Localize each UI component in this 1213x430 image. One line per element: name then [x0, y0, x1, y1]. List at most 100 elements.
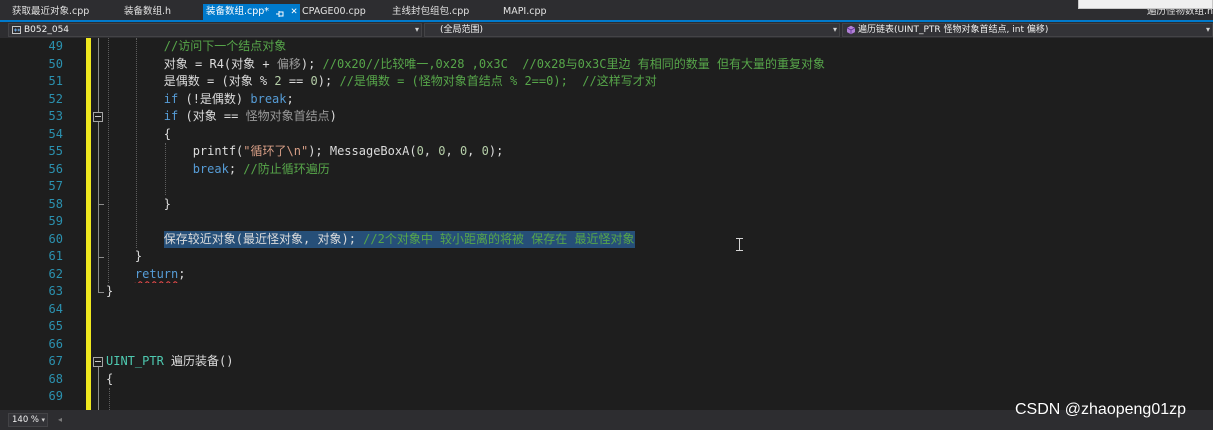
code-token-comment: //访问下一个结点对象	[163, 39, 287, 53]
line-number: 61	[48, 249, 63, 263]
code-token-number: 0	[416, 144, 424, 158]
code-text[interactable]: printf("循环了\n"); MessageBoxA(0, 0, 0, 0)…	[106, 143, 504, 161]
code-line[interactable]: 60 保存较近对象(最近怪对象, 对象); //2个对象中 较小距离的将被 保存…	[0, 230, 1213, 248]
method-icon	[846, 25, 856, 35]
line-number: 58	[48, 196, 63, 211]
tab-label: 获取最近对象.cpp	[12, 6, 90, 17]
code-editor[interactable]: 49 //访问下一个结点对象 50 对象 = R4(对象 + 偏移); //0x2…	[0, 38, 1213, 410]
line-number: 56	[48, 161, 63, 176]
tab-zhuangbei-shuzu-cpp[interactable]: 装备数组.cpp* ✕	[203, 4, 300, 20]
code-text[interactable]: break; //防止循环遍历	[106, 161, 330, 179]
code-line[interactable]: 51 是偶数 = (对象 % 2 == 0); //是偶数 = (怪物对象首结点…	[0, 73, 1213, 91]
tab-zhuxian-fengbao-zubao-cpp[interactable]: 主线封包组包.cpp	[390, 4, 494, 20]
tab-cpage00-cpp[interactable]: CPAGE00.cpp	[300, 4, 386, 20]
line-number: 63	[48, 284, 63, 298]
code-token-text: (对象 ==	[178, 109, 246, 123]
code-text[interactable]: }	[106, 283, 113, 301]
code-token-param: 怪物对象首结点	[245, 109, 330, 123]
code-token-text: }	[106, 284, 114, 298]
code-line[interactable]: 49 //访问下一个结点对象	[0, 38, 1213, 56]
code-token-text: ,	[467, 144, 482, 158]
code-token-text: 是偶数 = (对象 %	[163, 74, 275, 88]
code-token-number: 0	[310, 74, 318, 88]
code-token-text: );	[488, 144, 504, 158]
chevron-down-icon[interactable]: ▾	[41, 414, 45, 426]
chevron-down-icon[interactable]: ▾	[833, 24, 837, 36]
code-token-text: ,	[445, 144, 460, 158]
code-line[interactable]: 55 printf("循环了\n"); MessageBoxA(0, 0, 0,…	[0, 143, 1213, 161]
code-line[interactable]: 56 break; //防止循环遍历	[0, 161, 1213, 179]
code-text[interactable]: if (!是偶数) break;	[106, 91, 294, 109]
tab-label: MAPI.cpp	[503, 6, 547, 17]
chevron-left-icon[interactable]: ◂	[58, 413, 62, 427]
code-token-text: 保存较近对象(最近怪对象, 对象);	[163, 230, 364, 248]
member-dropdown[interactable]: 遍历链表(UINT_PTR 怪物对象首结点, int 偏移) ▾	[842, 23, 1213, 37]
code-text[interactable]: UINT_PTR 遍历装备()	[106, 353, 233, 371]
code-line[interactable]: 61 }	[0, 248, 1213, 266]
code-token-comment: //0x20//比较唯一,0x28 ,0x3C //0x28与0x3C里边 有相…	[322, 56, 825, 71]
code-text[interactable]: 是偶数 = (对象 % 2 == 0); //是偶数 = (怪物对象首结点 % …	[106, 73, 657, 91]
code-line[interactable]: 54 {	[0, 126, 1213, 144]
cpp-project-icon	[12, 25, 22, 35]
code-text[interactable]: //访问下一个结点对象	[106, 38, 286, 56]
code-token-text: 遍历装备()	[163, 354, 234, 368]
zoom-level: 140 %	[12, 415, 40, 425]
code-token-text: ;	[178, 266, 186, 281]
chevron-down-icon[interactable]: ▾	[415, 24, 419, 36]
code-token-keyword: if	[163, 109, 179, 123]
code-line[interactable]: 68 {	[0, 371, 1213, 389]
code-line[interactable]: 63}	[0, 283, 1213, 301]
code-text[interactable]: }	[106, 248, 142, 266]
code-token-number: 0	[481, 144, 489, 158]
code-text[interactable]: {	[106, 126, 171, 144]
tab-mapi-cpp[interactable]: MAPI.cpp	[501, 4, 563, 20]
code-token-text: ,	[423, 144, 439, 158]
pin-icon[interactable]	[276, 8, 285, 17]
code-line[interactable]: 58 }	[0, 196, 1213, 214]
code-line[interactable]: 57	[0, 178, 1213, 196]
line-number: 65	[48, 319, 63, 333]
visual-studio-window: 获取最近对象.cpp 装备数组.h 装备数组.cpp* ✕ CPAGE00.cp…	[0, 0, 1213, 430]
tab-huoqu-zuijin-duixiang-cpp[interactable]: 获取最近对象.cpp	[10, 4, 116, 20]
chevron-down-icon[interactable]: ▾	[1206, 24, 1210, 36]
code-token-text: }	[163, 196, 172, 211]
code-line[interactable]: 50 对象 = R4(对象 + 偏移); //0x20//比较唯一,0x28 ,…	[0, 56, 1213, 74]
code-text[interactable]: 对象 = R4(对象 + 偏移); //0x20//比较唯一,0x28 ,0x3…	[106, 56, 825, 74]
code-text[interactable]: {	[106, 371, 113, 389]
project-dropdown[interactable]: B052_054 ▾	[8, 23, 422, 37]
scope-dropdown[interactable]: (全局范围) ▾	[424, 23, 840, 37]
code-line[interactable]: 65	[0, 318, 1213, 336]
notification-popup[interactable]	[1078, 0, 1213, 9]
code-token-comment: //是偶数 = (怪物对象首结点 % 2==0); //这样写才对	[339, 74, 657, 88]
code-line[interactable]: 59	[0, 213, 1213, 231]
code-lines[interactable]: 49 //访问下一个结点对象 50 对象 = R4(对象 + 偏移); //0x2…	[0, 38, 1213, 410]
code-token-text: {	[163, 126, 172, 141]
code-line[interactable]: 52 if (!是偶数) break;	[0, 91, 1213, 109]
code-line[interactable]: 67 UINT_PTR 遍历装备()	[0, 353, 1213, 371]
code-token-text: 对象 = R4(对象 +	[163, 56, 277, 71]
code-line[interactable]: 66	[0, 336, 1213, 354]
line-number: 60	[48, 231, 63, 246]
line-number: 59	[48, 214, 63, 228]
zoom-dropdown[interactable]: 140 % ▾	[8, 413, 48, 427]
code-line[interactable]: 62 return;	[0, 266, 1213, 284]
code-text[interactable]: return;	[106, 266, 186, 284]
close-icon[interactable]: ✕	[289, 4, 299, 20]
code-text[interactable]: }	[106, 196, 171, 214]
tab-zhuangbei-shuzu-h[interactable]: 装备数组.h	[122, 4, 200, 20]
code-text[interactable]: if (对象 == 怪物对象首结点)	[106, 108, 337, 126]
code-token-text: ;	[228, 161, 244, 176]
code-token-keyword: break	[192, 161, 229, 176]
code-token-text: ==	[281, 74, 311, 88]
code-line[interactable]: 64	[0, 301, 1213, 319]
code-token-comment: //2个对象中 较小距离的将被 保存在 最近怪对象	[363, 230, 635, 248]
code-line[interactable]: 53 if (对象 == 怪物对象首结点)	[0, 108, 1213, 126]
code-text[interactable]: 保存较近对象(最近怪对象, 对象); //2个对象中 较小距离的将被 保存在 最…	[106, 230, 635, 248]
code-token-keyword: return	[134, 266, 179, 281]
